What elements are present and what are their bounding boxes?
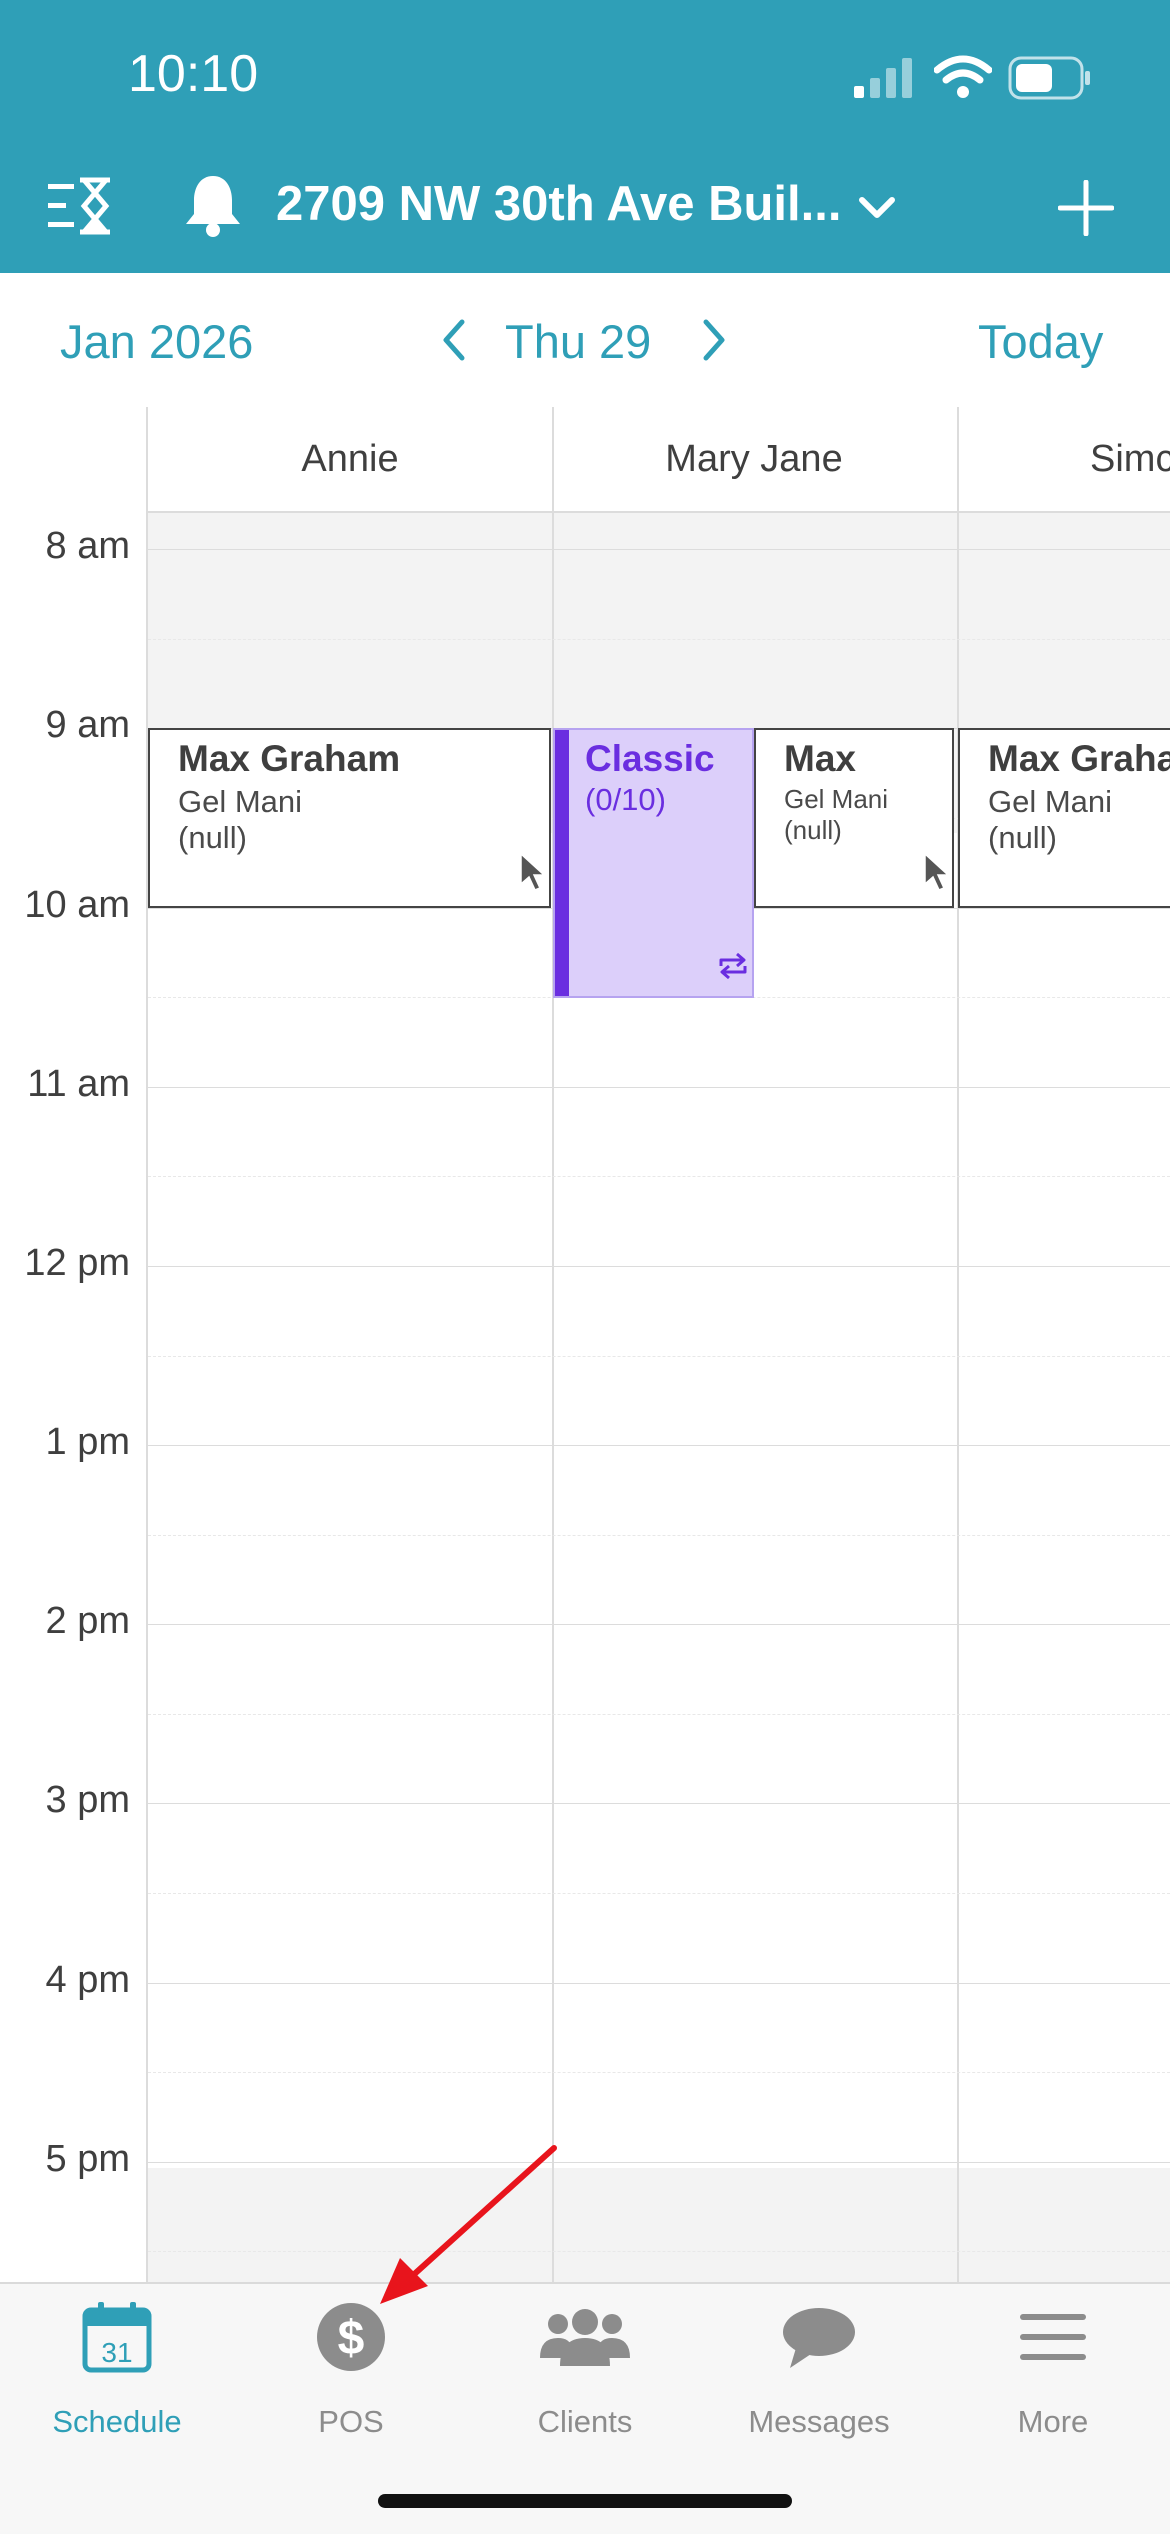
hour-line — [148, 1266, 1170, 1267]
half-hour-line — [148, 1176, 1170, 1177]
tab-label: More — [1017, 2404, 1089, 2439]
time-label: 1 pm — [45, 1421, 130, 1463]
time-label: 8 am — [45, 525, 130, 567]
half-hour-line — [148, 1714, 1170, 1715]
appointment-client: Max Graha — [988, 738, 1170, 779]
tab-label: POS — [318, 2404, 384, 2439]
hour-line — [148, 1445, 1170, 1446]
class-event-card[interactable]: Classic (0/10) — [553, 728, 754, 998]
appointment-client: Max Graham — [178, 738, 401, 779]
location-title[interactable]: 2709 NW 30th Ave Buil... — [276, 176, 842, 232]
time-label: 4 pm — [45, 1959, 130, 2001]
half-hour-line — [148, 1893, 1170, 1894]
chat-bubble-icon — [783, 2308, 855, 2368]
status-time: 10:10 — [128, 45, 259, 103]
column-divider — [957, 407, 959, 2282]
schedule-grid[interactable]: Annie Mary Jane Simc 8 am 9 am 10 am 11 … — [0, 407, 1170, 2282]
cursor-icon — [520, 852, 546, 891]
list-timer-icon[interactable] — [46, 176, 114, 236]
column-divider — [552, 407, 554, 2282]
repeat-icon — [719, 952, 747, 980]
tab-messages[interactable]: Messages — [702, 2300, 936, 2440]
column-divider — [146, 407, 148, 2282]
half-hour-line — [148, 2251, 1170, 2252]
tab-pos[interactable]: $ POS — [234, 2300, 468, 2440]
appointment-card[interactable]: Max Graham Gel Mani (null) — [148, 728, 551, 908]
appointment-client: Max — [784, 738, 856, 779]
staff-column-header[interactable]: Annie — [150, 407, 550, 511]
time-label: 2 pm — [45, 1600, 130, 1642]
tab-label: Clients — [537, 2404, 633, 2439]
closed-hours-shade — [148, 2168, 1170, 2282]
class-event-name: Classic — [585, 738, 715, 779]
time-label: 9 am — [45, 704, 130, 746]
calendar-icon: 31 — [82, 2302, 152, 2373]
hour-line — [148, 1983, 1170, 1984]
hour-line — [148, 2162, 1170, 2163]
month-selector[interactable]: Jan 2026 — [60, 314, 253, 369]
current-day[interactable]: Thu 29 — [505, 314, 651, 369]
hour-line — [148, 1803, 1170, 1804]
hour-line — [148, 1624, 1170, 1625]
appointment-note: (null) — [988, 820, 1057, 855]
appointment-card[interactable]: Max Gel Mani (null) — [754, 728, 954, 908]
tab-clients[interactable]: Clients — [468, 2300, 702, 2440]
tab-label: Messages — [748, 2404, 890, 2439]
menu-icon — [1020, 2314, 1086, 2360]
hour-line — [148, 1087, 1170, 1088]
bell-icon[interactable] — [182, 172, 244, 238]
appointment-service: Gel Mani — [178, 784, 303, 819]
appointment-service: Gel Mani — [988, 784, 1113, 819]
appointment-service: Gel Mani — [784, 784, 889, 814]
appointment-card[interactable]: Max Graha Gel Mani (null) — [958, 728, 1170, 908]
app-header — [0, 0, 1170, 273]
half-hour-line — [148, 639, 1170, 640]
half-hour-line — [148, 1535, 1170, 1536]
tab-more[interactable]: More — [936, 2300, 1170, 2440]
time-label: 3 pm — [45, 1779, 130, 1821]
time-label: 5 pm — [45, 2138, 130, 2180]
time-label: 10 am — [24, 884, 130, 926]
chevron-down-icon[interactable] — [858, 194, 896, 222]
time-label: 11 am — [27, 1063, 130, 1105]
home-indicator — [378, 2494, 792, 2508]
next-day-icon[interactable] — [698, 318, 730, 362]
half-hour-line — [148, 1356, 1170, 1357]
class-event-accent — [555, 730, 569, 996]
tab-label: Schedule — [52, 2404, 182, 2439]
cursor-icon — [924, 852, 950, 891]
time-label: 12 pm — [24, 1242, 130, 1284]
svg-text:$: $ — [338, 2312, 365, 2365]
header-divider — [148, 511, 1170, 513]
tab-schedule[interactable]: 31 Schedule — [0, 2300, 234, 2440]
today-button[interactable]: Today — [978, 314, 1103, 369]
annotation-arrow — [380, 2145, 557, 2304]
staff-column-header[interactable]: Simc — [1090, 407, 1170, 511]
battery-icon — [1008, 56, 1090, 100]
wifi-icon — [934, 55, 992, 98]
appointment-note: (null) — [178, 820, 247, 855]
half-hour-line — [148, 2072, 1170, 2073]
previous-day-icon[interactable] — [438, 318, 470, 362]
class-event-capacity: (0/10) — [585, 782, 666, 817]
plus-icon[interactable] — [1058, 180, 1114, 236]
hour-line — [148, 549, 1170, 550]
cellular-signal-icon — [854, 58, 912, 98]
appointment-note: (null) — [784, 815, 842, 845]
staff-column-header[interactable]: Mary Jane — [554, 407, 954, 511]
calendar-day-number: 31 — [101, 2337, 132, 2368]
